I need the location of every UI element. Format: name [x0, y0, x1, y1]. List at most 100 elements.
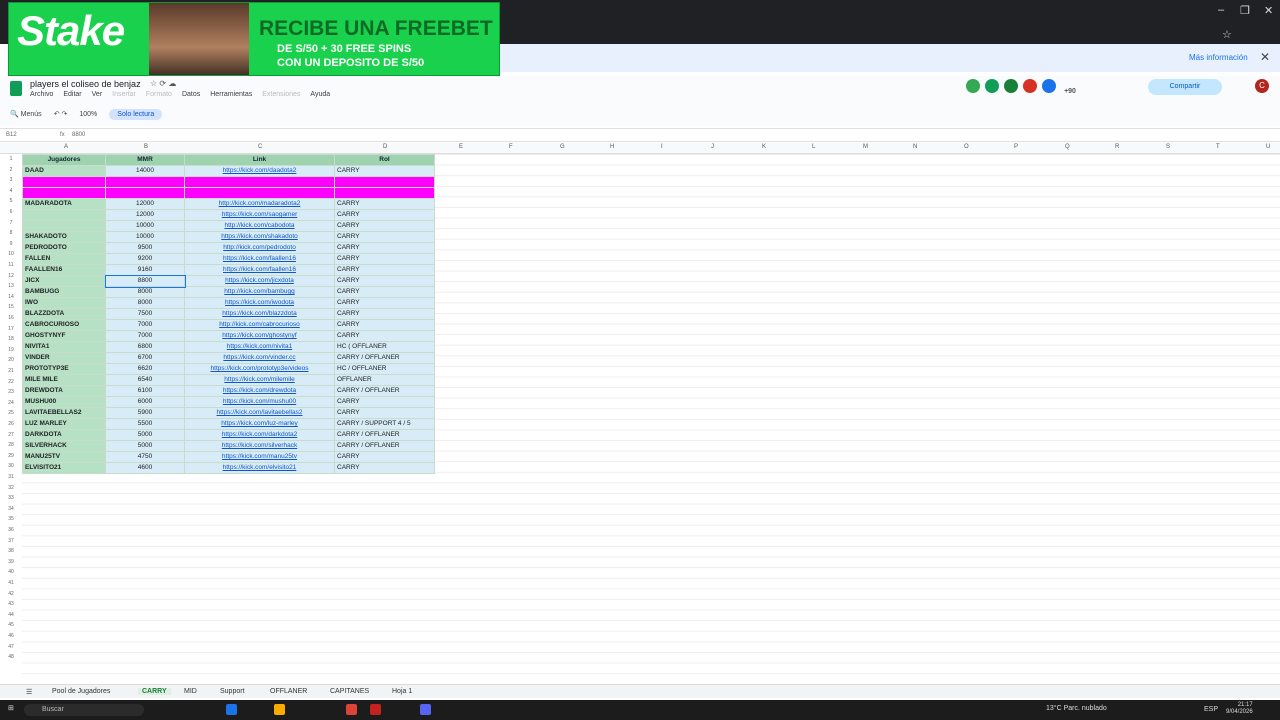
- row-number[interactable]: 25: [0, 410, 22, 416]
- mmr-cell[interactable]: 4750: [105, 451, 185, 463]
- link-cell[interactable]: https://kick.com/darkdota2: [184, 429, 335, 441]
- mmr-cell[interactable]: 5900: [105, 407, 185, 419]
- maximize-button[interactable]: ❐: [1240, 4, 1250, 17]
- close-icon[interactable]: ✕: [1260, 50, 1270, 64]
- sheet-tab-capitanes[interactable]: CAPITANES: [330, 688, 369, 695]
- mmr-cell[interactable]: 6540: [105, 374, 185, 386]
- row-number[interactable]: 3: [0, 177, 22, 183]
- menu-insertar[interactable]: Insertar: [112, 91, 136, 98]
- row-number[interactable]: 41: [0, 580, 22, 586]
- language-indicator[interactable]: ESP: [1204, 706, 1218, 713]
- player-name-cell[interactable]: FALLEN: [22, 253, 106, 265]
- zoom-select[interactable]: 100%: [79, 111, 97, 118]
- weather-widget[interactable]: 13°C Parc. nublado: [1046, 705, 1107, 712]
- row-number[interactable]: 31: [0, 474, 22, 480]
- player-name-cell[interactable]: VINDER: [22, 352, 106, 364]
- player-name-cell[interactable]: FAALLEN16: [22, 264, 106, 276]
- column-header-p[interactable]: P: [1014, 144, 1018, 150]
- row-number[interactable]: 30: [0, 463, 22, 469]
- player-name-cell[interactable]: MUSHU00: [22, 396, 106, 408]
- row-number[interactable]: 24: [0, 400, 22, 406]
- link-cell[interactable]: https://kick.com/shakadoto: [184, 231, 335, 243]
- chrome-icon[interactable]: [346, 704, 357, 715]
- column-header-u[interactable]: U: [1266, 144, 1270, 150]
- player-name-cell[interactable]: [22, 176, 106, 188]
- player-name-cell[interactable]: DREWDOTA: [22, 385, 106, 397]
- player-name-cell[interactable]: [22, 187, 106, 199]
- column-header-d[interactable]: D: [383, 144, 387, 150]
- link-cell[interactable]: [184, 187, 335, 199]
- row-number[interactable]: 16: [0, 315, 22, 321]
- row-number[interactable]: 2: [0, 167, 22, 173]
- more-info-link[interactable]: Más información: [1189, 53, 1248, 62]
- row-number[interactable]: 40: [0, 569, 22, 575]
- link-cell[interactable]: https://kick.com/mushu00: [184, 396, 335, 408]
- mmr-cell[interactable]: 12000: [105, 209, 185, 221]
- menu-ayuda[interactable]: Ayuda: [310, 91, 330, 98]
- row-number[interactable]: 26: [0, 421, 22, 427]
- sheet-tab-hoja-1[interactable]: Hoja 1: [392, 688, 412, 695]
- player-name-cell[interactable]: LAVITAEBELLAS2: [22, 407, 106, 419]
- link-cell[interactable]: http://kick.com/cabodota: [184, 220, 335, 232]
- column-header-f[interactable]: F: [509, 144, 513, 150]
- player-name-cell[interactable]: LUZ MARLEY: [22, 418, 106, 430]
- row-number[interactable]: 8: [0, 230, 22, 236]
- menu-herramientas[interactable]: Herramientas: [210, 91, 252, 98]
- role-cell[interactable]: OFFLANER: [334, 374, 435, 386]
- mmr-cell[interactable]: 7500: [105, 308, 185, 320]
- mmr-cell[interactable]: 9160: [105, 264, 185, 276]
- mmr-cell[interactable]: 10000: [105, 220, 185, 232]
- player-name-cell[interactable]: PEDRODOTO: [22, 242, 106, 254]
- player-name-cell[interactable]: SHAKADOTO: [22, 231, 106, 243]
- mmr-cell[interactable]: 6000: [105, 396, 185, 408]
- mmr-cell[interactable]: 5000: [105, 429, 185, 441]
- link-cell[interactable]: https://kick.com/iwodota: [184, 297, 335, 309]
- role-cell[interactable]: CARRY / OFFLANER: [334, 440, 435, 452]
- row-number[interactable]: 48: [0, 654, 22, 660]
- player-name-cell[interactable]: CABROCURIOSO: [22, 319, 106, 331]
- role-cell[interactable]: CARRY / SUPPORT 4 / 5: [334, 418, 435, 430]
- column-header-j[interactable]: J: [711, 144, 714, 150]
- header-cell-rol[interactable]: Rol: [334, 154, 435, 166]
- windows-start-icon[interactable]: ⊞: [8, 704, 14, 712]
- column-header-l[interactable]: L: [812, 144, 815, 150]
- row-number[interactable]: 7: [0, 220, 22, 226]
- undo-icon[interactable]: ↶ ↷: [54, 110, 68, 118]
- row-number[interactable]: 43: [0, 601, 22, 607]
- discord-icon[interactable]: [420, 704, 431, 715]
- row-number[interactable]: 35: [0, 516, 22, 522]
- link-cell[interactable]: https://kick.com/vinder.cc: [184, 352, 335, 364]
- link-cell[interactable]: https://kick.com/saogamer: [184, 209, 335, 221]
- row-number[interactable]: 20: [0, 357, 22, 363]
- role-cell[interactable]: CARRY: [334, 286, 435, 298]
- link-cell[interactable]: https://kick.com/faallen16: [184, 264, 335, 276]
- row-number[interactable]: 28: [0, 442, 22, 448]
- app-icon[interactable]: [226, 704, 237, 715]
- mmr-cell[interactable]: 6620: [105, 363, 185, 375]
- role-cell[interactable]: CARRY: [334, 220, 435, 232]
- mmr-cell[interactable]: 9200: [105, 253, 185, 265]
- row-number[interactable]: 1: [0, 156, 22, 162]
- mmr-cell[interactable]: 14000: [105, 165, 185, 177]
- stake-advertisement-banner[interactable]: Stake RECIBE UNA FREEBET DE S/50 + 30 FR…: [8, 2, 500, 76]
- row-number[interactable]: 19: [0, 347, 22, 353]
- sheets-logo-icon[interactable]: [10, 81, 22, 96]
- row-number[interactable]: 38: [0, 548, 22, 554]
- role-cell[interactable]: [334, 187, 435, 199]
- column-header-h[interactable]: H: [610, 144, 614, 150]
- row-number[interactable]: 18: [0, 336, 22, 342]
- row-number[interactable]: 29: [0, 453, 22, 459]
- row-number[interactable]: 32: [0, 485, 22, 491]
- link-cell[interactable]: https://kick.com/milemile: [184, 374, 335, 386]
- mmr-cell[interactable]: 5000: [105, 440, 185, 452]
- row-number[interactable]: 6: [0, 209, 22, 215]
- link-cell[interactable]: https://kick.com/manu25tv: [184, 451, 335, 463]
- link-cell[interactable]: https://kick.com/elvisito21: [184, 462, 335, 474]
- player-name-cell[interactable]: MADARADOTA: [22, 198, 106, 210]
- player-name-cell[interactable]: BLAZZDOTA: [22, 308, 106, 320]
- menu-datos[interactable]: Datos: [182, 91, 200, 98]
- menu-extensiones[interactable]: Extensiones: [262, 91, 300, 98]
- mmr-cell[interactable]: 5500: [105, 418, 185, 430]
- player-name-cell[interactable]: MANU25TV: [22, 451, 106, 463]
- role-cell[interactable]: CARRY: [334, 231, 435, 243]
